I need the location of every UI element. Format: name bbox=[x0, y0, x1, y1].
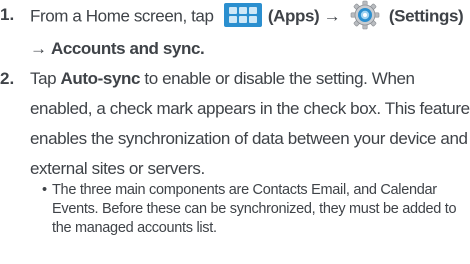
settings-gear-icon bbox=[350, 0, 379, 30]
arrow-icon: → bbox=[30, 39, 47, 58]
step-2-prefix: Tap bbox=[30, 69, 61, 88]
accounts-and-sync-label: Accounts and sync bbox=[50, 39, 201, 58]
step-1-prefix: From a Home screen, tap bbox=[30, 6, 214, 26]
bullet-dot: • bbox=[42, 182, 47, 198]
step-1-period: . bbox=[200, 39, 205, 58]
bullet-text: The three main components are Contacts E… bbox=[52, 182, 457, 236]
apps-label: (Apps) bbox=[267, 6, 320, 26]
settings-label: (Settings) bbox=[388, 6, 464, 26]
step-number: 1. bbox=[0, 5, 15, 24]
auto-sync-label: Auto-sync bbox=[60, 69, 141, 88]
step-text: From a Home screen, tap (Apps) → (Settin… bbox=[30, 0, 470, 64]
step-number: 2. bbox=[0, 69, 15, 88]
apps-grid-icon bbox=[223, 3, 262, 27]
arrow-icon: → bbox=[323, 6, 341, 26]
step-text: Tap Auto-sync to enable or disable the s… bbox=[30, 64, 470, 184]
bullet-note: • The three main components are Contacts… bbox=[42, 181, 462, 238]
